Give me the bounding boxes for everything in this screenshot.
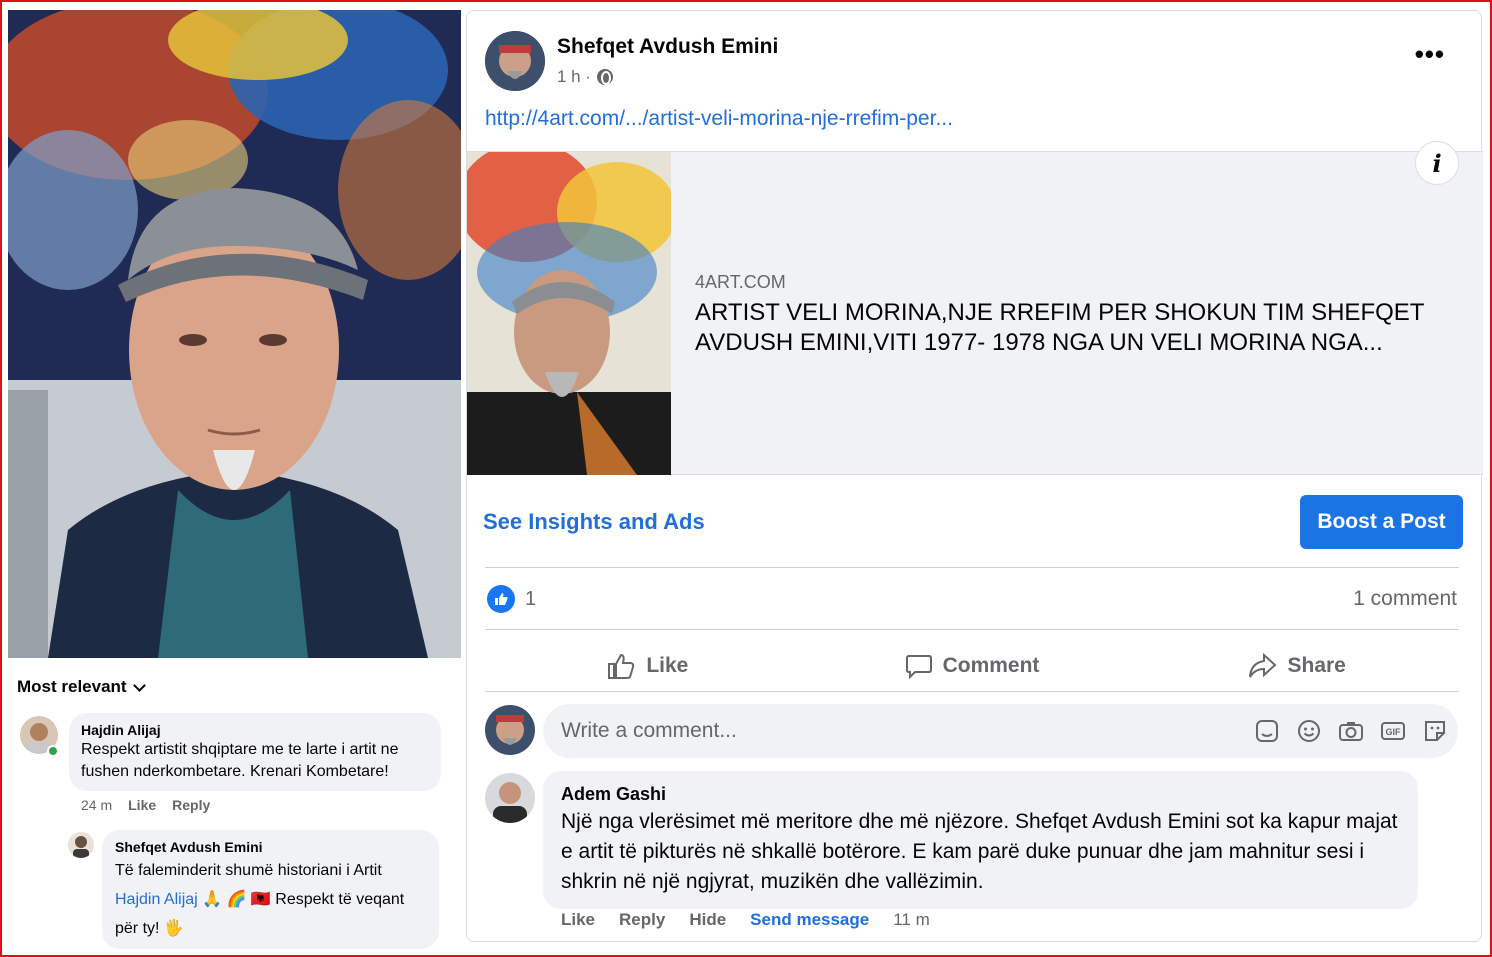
comment-bubble: Hajdin Alijaj Respekt artistit shqiptare… (69, 713, 441, 791)
reply-link[interactable]: Reply (172, 797, 210, 813)
comment-time[interactable]: 24 m (81, 797, 112, 813)
reply-text: Të faleminderit shumë historiani i Artit… (115, 856, 427, 943)
insights-link[interactable]: See Insights and Ads (483, 509, 705, 535)
comment-label: Comment (942, 654, 1040, 677)
like-badge-icon (487, 585, 515, 613)
preview-domain: 4ART.COM (695, 272, 786, 292)
sort-label: Most relevant (17, 677, 127, 696)
post-header: Shefqet Avdush Emini 1 h · (485, 31, 778, 91)
preview-title: ARTIST VELI MORINA,NJE RREFIM PER SHOKUN… (695, 299, 1424, 356)
comment-meta: 24 m Like Reply (81, 797, 210, 813)
reply-text-line3: për ty! (115, 920, 160, 937)
online-status-icon (47, 745, 59, 757)
link-preview[interactable]: 4ART.COM ARTIST VELI MORINA,NJE RREFIM P… (467, 151, 1483, 475)
globe-icon (597, 69, 614, 85)
gif-icon[interactable]: GIF (1380, 718, 1406, 744)
comment-text: Një nga vlerësimet më meritore dhe më nj… (561, 810, 1398, 893)
divider (485, 691, 1459, 692)
send-message-link[interactable]: Send message (750, 910, 869, 930)
more-icon[interactable]: ••• (1415, 41, 1445, 67)
comment-author[interactable]: Hajdin Alijaj (81, 721, 429, 739)
reply-author[interactable]: Shefqet Avdush Emini (115, 838, 427, 856)
thumbs-up-icon (608, 653, 635, 679)
avatar-sticker-icon[interactable] (1422, 718, 1448, 744)
composer-tools: GIF (1254, 718, 1448, 744)
action-bar: Like Comment Share (485, 641, 1459, 691)
avatar[interactable] (485, 773, 535, 823)
comment-icon (905, 655, 932, 680)
post-link[interactable]: http://4art.com/.../artist-veli-morina-n… (485, 107, 953, 131)
share-label: Share (1287, 654, 1346, 677)
reply-emojis: 🙏 🌈 🇦🇱 (202, 891, 271, 908)
comment-input[interactable] (561, 704, 1201, 758)
reply-text-line1: Të faleminderit shumë historiani i Artit (115, 862, 382, 879)
post-time-row: 1 h · (557, 67, 778, 87)
emoji-icon[interactable] (1296, 718, 1322, 744)
like-link[interactable]: Like (128, 797, 156, 813)
comment-count[interactable]: 1 comment (1353, 587, 1457, 611)
author-avatar[interactable] (485, 31, 545, 91)
hide-link[interactable]: Hide (689, 910, 726, 930)
like-link[interactable]: Like (561, 910, 595, 930)
post-card: Shefqet Avdush Emini 1 h · ••• http://4a… (466, 10, 1483, 942)
comment-button[interactable]: Comment (810, 641, 1135, 691)
comment-author[interactable]: Adem Gashi (561, 783, 1400, 805)
reply-link[interactable]: Reply (619, 910, 665, 930)
info-icon[interactable]: i (1415, 141, 1459, 185)
comment-meta: Like Reply Hide Send message 11 m (561, 910, 930, 930)
reply-emoji-end: 🖐 (163, 920, 184, 937)
camera-icon[interactable] (1338, 718, 1364, 744)
profile-photo[interactable] (8, 10, 461, 658)
reply-bubble: Shefqet Avdush Emini Të faleminderit shu… (102, 830, 439, 949)
divider (485, 567, 1459, 568)
reply-text-line2: Respekt të veqant (275, 891, 405, 908)
comment-bubble: Adem Gashi Një nga vlerësimet më meritor… (543, 771, 1418, 909)
preview-image (467, 152, 671, 475)
sort-dropdown[interactable]: Most relevant (17, 677, 146, 697)
reaction-summary[interactable]: 1 (487, 585, 536, 613)
like-count: 1 (525, 587, 537, 610)
like-label: Like (646, 654, 689, 677)
comment-text: Respekt artistit shqiptare me te larte i… (81, 741, 399, 780)
avatar[interactable] (68, 832, 94, 858)
divider (485, 629, 1459, 630)
chevron-down-icon (132, 678, 146, 692)
share-button[interactable]: Share (1134, 641, 1459, 691)
like-button[interactable]: Like (485, 641, 810, 691)
post-author[interactable]: Shefqet Avdush Emini (557, 35, 778, 59)
comment-time[interactable]: 11 m (893, 910, 930, 930)
sticker-icon[interactable] (1254, 718, 1280, 744)
mention-link[interactable]: Hajdin Alijaj (115, 891, 198, 908)
boost-post-button[interactable]: Boost a Post (1300, 495, 1463, 549)
current-user-avatar[interactable] (485, 705, 535, 755)
svg-text:GIF: GIF (1386, 727, 1402, 737)
comment-composer: GIF (543, 704, 1458, 758)
post-time[interactable]: 1 h · (557, 67, 591, 87)
share-icon (1249, 652, 1277, 678)
